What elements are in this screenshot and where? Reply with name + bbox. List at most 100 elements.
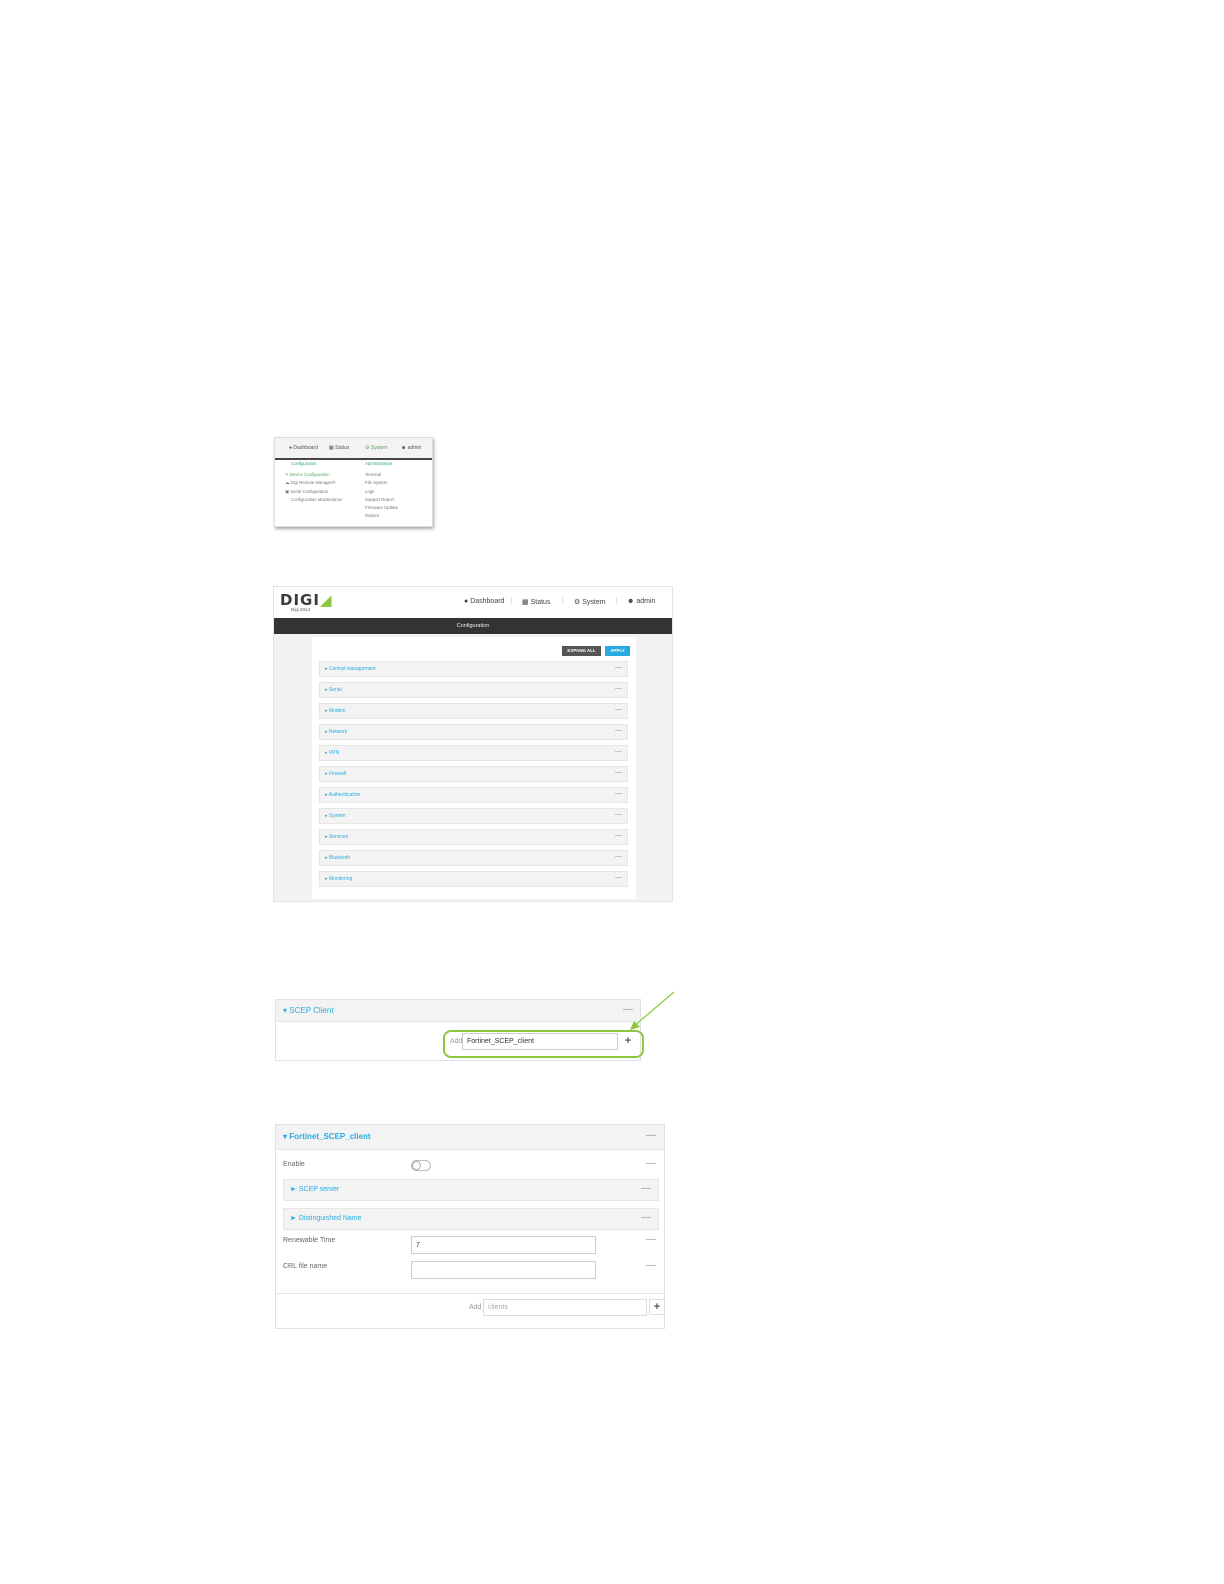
menu-logs[interactable]: Logs xyxy=(365,488,398,496)
nav-separator: | xyxy=(511,598,513,604)
top-nav: ● Dashboard ▦ Status ⚙ System ☻ admin xyxy=(275,438,432,460)
renewable-time-input[interactable]: 7 xyxy=(411,1236,596,1254)
menu-support-report[interactable]: Support Report xyxy=(365,496,398,504)
collapse-icon[interactable]: — xyxy=(615,790,622,797)
nav-admin[interactable]: ☻ admin xyxy=(627,598,655,605)
toggle-knob xyxy=(412,1161,421,1170)
remove-renewable-icon[interactable]: — xyxy=(646,1234,656,1245)
menu-remote-manager[interactable]: ☁ Digi Remote Manager® xyxy=(285,479,342,487)
section-row[interactable]: ▸ Central management — xyxy=(319,661,628,677)
crl-file-name-input[interactable] xyxy=(411,1261,596,1279)
section-title: ▸ VPN xyxy=(325,750,339,756)
section-title: ▸ Bluetooth xyxy=(325,855,350,861)
renewable-time-label: Renewable Time xyxy=(283,1237,336,1244)
section-title: ▸ System xyxy=(325,813,346,819)
add-client-plus-button[interactable]: + xyxy=(649,1299,665,1315)
menu-device-configuration[interactable]: ✎ Device Configuration xyxy=(285,471,342,479)
section-row[interactable]: ▸ Monitoring — xyxy=(319,871,628,887)
collapse-icon[interactable]: — xyxy=(615,706,622,713)
collapse-icon[interactable]: — xyxy=(615,664,622,671)
collapse-icon[interactable]: — xyxy=(615,685,622,692)
section-title: ▸ Monitoring xyxy=(325,876,352,882)
scep-client-header[interactable]: ▾ SCEP Client — xyxy=(276,1000,640,1022)
section-label: Serial xyxy=(328,687,342,693)
section-label: VPN xyxy=(328,750,340,756)
section-row[interactable]: ▸ System — xyxy=(319,808,628,824)
section-label: Modem xyxy=(328,708,346,714)
section-row[interactable]: ▸ Modem — xyxy=(319,703,628,719)
add-plus-button[interactable]: + xyxy=(621,1034,635,1049)
collapse-icon[interactable]: — xyxy=(641,1183,651,1194)
collapse-icon[interactable]: — xyxy=(615,727,622,734)
section-row[interactable]: ▸ Bluetooth — xyxy=(319,850,628,866)
dashboard-icon: ● xyxy=(464,598,469,605)
section-title: ▸ Firewall xyxy=(325,771,346,777)
section-label: System xyxy=(328,813,346,819)
user-icon: ☻ xyxy=(627,598,635,605)
callout-arrow-icon xyxy=(630,991,675,1030)
nav-separator: | xyxy=(616,598,618,604)
divider xyxy=(276,1293,664,1294)
add-client-input[interactable]: clients xyxy=(483,1299,647,1316)
collapse-icon[interactable]: — xyxy=(615,832,622,839)
menu-terminal[interactable]: Terminal xyxy=(365,471,398,479)
grid-icon: ▦ xyxy=(522,599,529,606)
section-title: ▸ Central management xyxy=(325,666,376,672)
nav-dashboard[interactable]: ● Dashboard xyxy=(464,598,504,605)
scep-server-section[interactable]: ► SCEP server — xyxy=(283,1179,659,1201)
section-title: ▸ Serial xyxy=(325,687,342,693)
collapse-icon[interactable]: — xyxy=(641,1212,651,1223)
nav-system[interactable]: ⚙ System xyxy=(365,445,388,451)
nav-status[interactable]: ▦ Status xyxy=(522,598,550,606)
menu-file-system[interactable]: File System xyxy=(365,479,398,487)
crl-file-name-label: CRL file name xyxy=(283,1263,328,1270)
config-panel: EXPAND ALL APPLY ▸ Central management — ▸ … xyxy=(312,637,636,899)
configuration-header: Configuration xyxy=(291,461,317,466)
nav-dashboard[interactable]: ● Dashboard xyxy=(289,445,318,451)
system-menu-screenshot: ● Dashboard ▦ Status ⚙ System ☻ admin Co… xyxy=(274,437,433,527)
section-title: ▸ Modem xyxy=(325,708,346,714)
section-row[interactable]: ▸ Serial — xyxy=(319,682,628,698)
cloud-icon: ☁ xyxy=(285,480,290,486)
menu-reboot[interactable]: Reboot xyxy=(365,512,398,520)
collapse-icon[interactable]: — xyxy=(615,853,622,860)
enable-toggle[interactable] xyxy=(411,1160,431,1171)
section-row[interactable]: ▸ Firewall — xyxy=(319,766,628,782)
menu-serial-configuration[interactable]: ▣ Serial Configuration xyxy=(285,488,342,496)
collapse-icon[interactable]: — xyxy=(646,1130,656,1141)
administration-column: Administration Terminal File System Logs… xyxy=(365,460,398,520)
configuration-column: Configuration ✎ Device Configuration ☁ D… xyxy=(285,460,342,504)
logo-subtitle: Digi 2014 xyxy=(291,607,311,612)
scep-client-name-input[interactable]: Fortinet_SCEP_client xyxy=(462,1033,618,1050)
add-label: Add xyxy=(450,1038,463,1045)
section-title: ▸ Authentication xyxy=(325,792,360,798)
distinguished-name-section[interactable]: ► Distinguished Name — xyxy=(283,1208,659,1230)
section-label: Central management xyxy=(328,666,376,672)
section-row[interactable]: ▸ Network — xyxy=(319,724,628,740)
page-title-bar: Configuration xyxy=(274,618,672,634)
scep-client-title: ▾ SCEP Client xyxy=(283,1006,334,1015)
gear-icon: ⚙ xyxy=(574,599,581,606)
remove-enable-icon[interactable]: — xyxy=(646,1158,656,1169)
nav-separator: | xyxy=(562,598,564,604)
nav-status[interactable]: ▦ Status xyxy=(329,445,349,451)
section-title: ▸ Network xyxy=(325,729,347,735)
client-header[interactable]: ▾ Fortinet_SCEP_client — xyxy=(276,1125,664,1150)
apply-button[interactable]: APPLY xyxy=(605,646,630,656)
section-row[interactable]: ▸ Services — xyxy=(319,829,628,845)
nav-system[interactable]: ⚙ System xyxy=(574,598,606,606)
collapse-icon[interactable]: — xyxy=(615,769,622,776)
expand-all-button[interactable]: EXPAND ALL xyxy=(562,646,601,656)
collapse-icon[interactable]: — xyxy=(615,811,622,818)
nav-admin[interactable]: ☻ admin xyxy=(401,445,421,451)
scep-server-title: ► SCEP server xyxy=(290,1186,340,1193)
remove-crl-icon[interactable]: — xyxy=(646,1260,656,1271)
menu-configuration-maintenance[interactable]: Configuration Maintenance xyxy=(291,496,342,504)
menu-firmware-update[interactable]: Firmware Update xyxy=(365,504,398,512)
configuration-page-screenshot: DIGI◢ Digi 2014 ● Dashboard | ▦ Status |… xyxy=(273,586,673,902)
collapse-icon[interactable]: — xyxy=(615,874,622,881)
collapse-icon[interactable]: — xyxy=(615,748,622,755)
section-row[interactable]: ▸ Authentication — xyxy=(319,787,628,803)
scep-client-add-screenshot: ▾ SCEP Client — Add Fortinet_SCEP_client… xyxy=(275,999,644,1061)
section-row[interactable]: ▸ VPN — xyxy=(319,745,628,761)
